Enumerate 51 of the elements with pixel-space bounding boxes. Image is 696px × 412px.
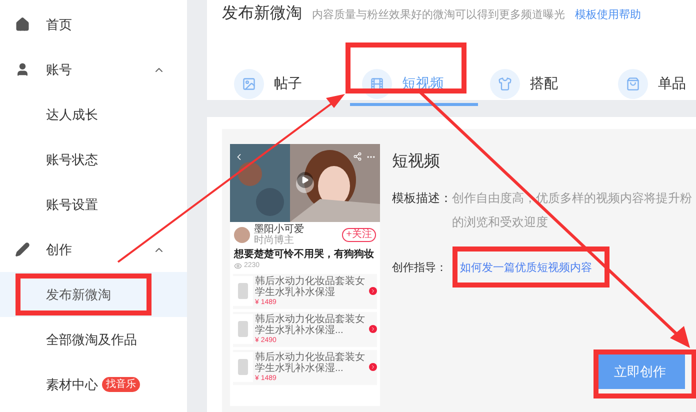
tab[interactable]: 搭配 — [478, 64, 606, 106]
page-title: 发布新微淘 — [222, 4, 302, 24]
sidebar-label: 首页 — [46, 16, 72, 34]
template-description: 的浏览和受欢迎度 — [452, 214, 549, 231]
template-title: 短视频 — [392, 152, 441, 172]
sidebar-item[interactable]: 素材中心 找音乐 — [0, 362, 187, 407]
field-label: 创作指导： — [392, 261, 448, 276]
sidebar-label: 账号 — [46, 60, 72, 79]
product-thumbnail — [233, 276, 253, 306]
sidebar-badge: 找音乐 — [102, 377, 140, 392]
post-title: 想要楚楚可怜不用哭，有狗狗妆 — [232, 248, 375, 261]
arrow-icon — [369, 287, 377, 295]
arrow-icon — [369, 363, 377, 371]
pencil-icon — [15, 242, 30, 257]
author-name: 墨阳小可爱 — [254, 224, 304, 235]
sidebar-item[interactable]: 账号状态 — [0, 137, 187, 182]
product-name: 韩后水动力化妆品套装女学生水乳补水保湿... — [255, 314, 366, 336]
follow-button[interactable]: +关注 — [342, 228, 376, 242]
bag-icon — [618, 68, 648, 98]
sidebar-item[interactable]: 达人成长 — [0, 92, 187, 137]
home-icon — [15, 17, 30, 32]
product-thumbnail — [233, 352, 253, 382]
eye-icon — [234, 262, 242, 270]
author-role: 时尚博主 — [254, 235, 295, 246]
shirt-icon — [490, 68, 520, 98]
sidebar-label: 账号设置 — [46, 196, 98, 214]
share-icon — [353, 152, 362, 161]
page-subtitle: 内容质量与粉丝效果好的微淘可以得到更多频道曝光 — [312, 8, 565, 23]
tab[interactable]: 单品 — [606, 64, 696, 106]
sidebar-label: 账号状态 — [46, 150, 98, 169]
tab[interactable]: 帖子 — [222, 64, 350, 106]
avatar — [234, 227, 250, 243]
sidebar-label: 发布新微淘 — [46, 286, 111, 304]
product-thumbnail — [233, 314, 253, 344]
sidebar-label: 全部微淘及作品 — [46, 330, 137, 349]
image-icon — [234, 68, 264, 98]
product-name: 韩后水动力化妆品套装女学生水乳补水保湿... — [255, 352, 366, 374]
sidebar-label: 创作 — [46, 240, 72, 259]
sidebar-item[interactable]: 创作 — [0, 227, 187, 272]
sidebar-label: 达人成长 — [46, 106, 98, 124]
sidebar-item[interactable]: 账号设置 — [0, 182, 187, 227]
field-label: 模板描述： — [392, 190, 452, 207]
arrow-icon — [369, 325, 377, 333]
play-icon — [297, 172, 313, 188]
sidebar-item[interactable]: 全部微淘及作品 — [0, 317, 187, 362]
sidebar-label: 素材中心 — [46, 376, 98, 394]
sidebar-item[interactable]: 账号 — [0, 47, 187, 92]
user-icon — [15, 62, 30, 77]
sidebar-item[interactable]: 首页 — [0, 2, 187, 47]
product-name: 韩后水动力化妆品套装女学生水乳补水保湿 — [255, 276, 366, 298]
template-description: 创作自由度高，优质多样的视频内容将提升粉 — [452, 190, 692, 207]
